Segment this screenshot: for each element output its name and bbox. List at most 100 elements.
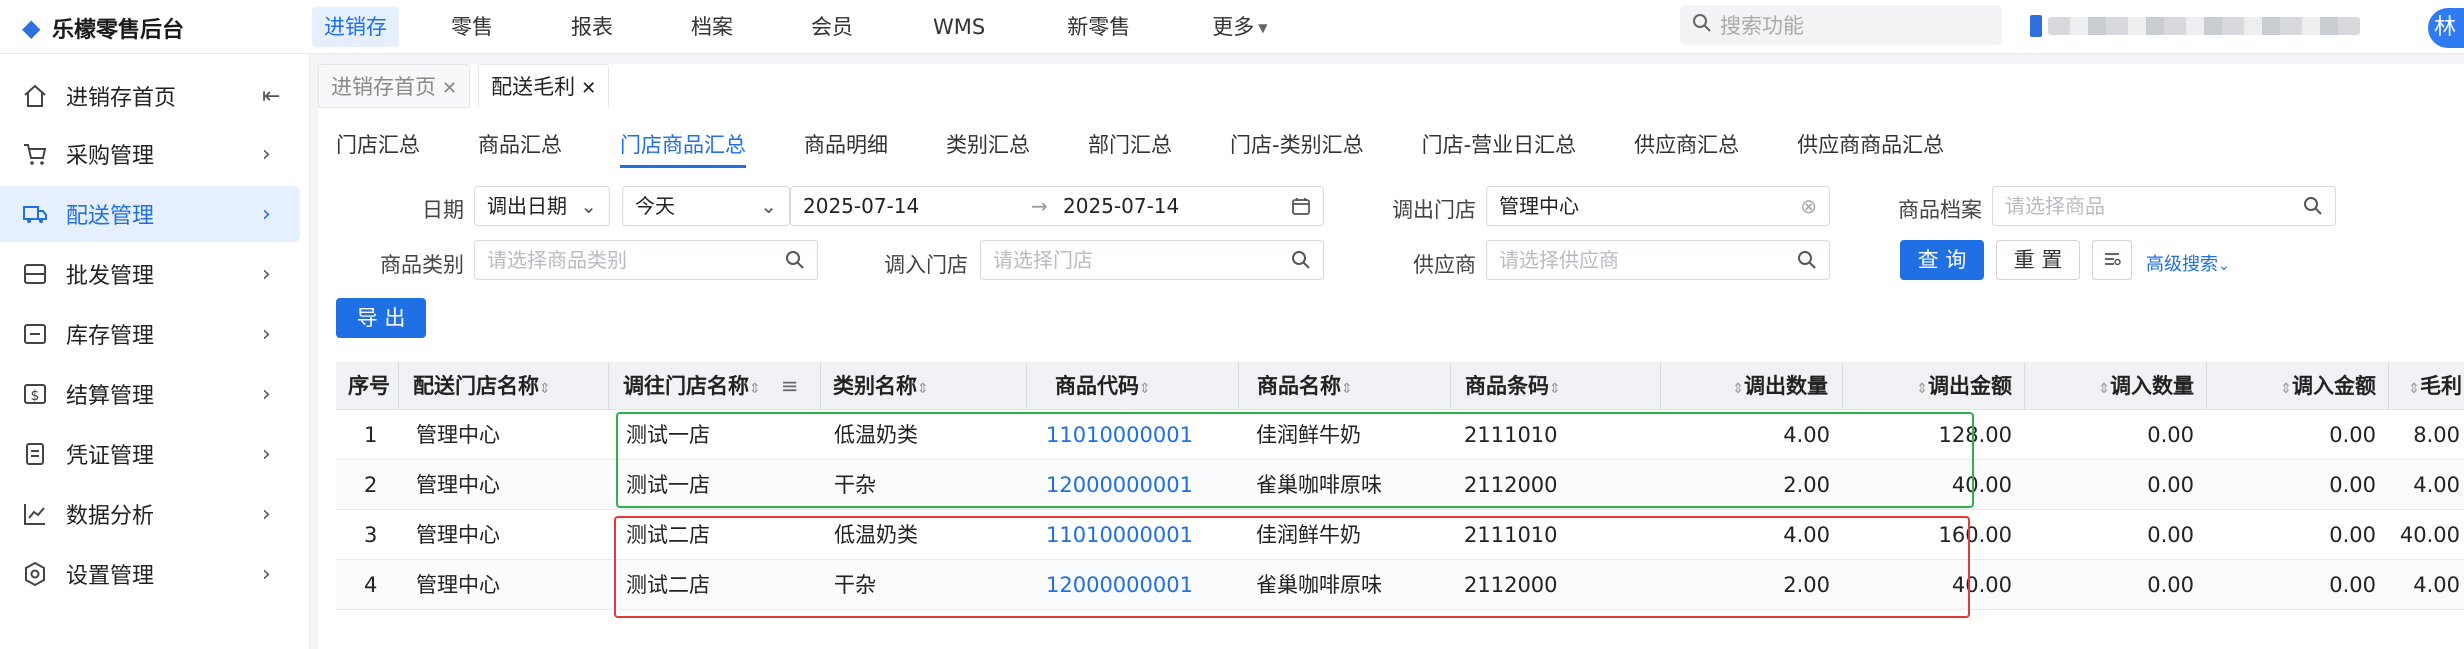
sidebar-item-label: 批发管理 bbox=[66, 264, 155, 289]
user-info[interactable] bbox=[2030, 10, 2360, 42]
col-category[interactable]: 类别名称⇕ bbox=[820, 362, 929, 410]
tab-goods-detail[interactable]: 商品明细 bbox=[804, 128, 888, 168]
advanced-search-label: 高级搜索 bbox=[2146, 254, 2218, 275]
clear-icon[interactable]: ⊗ bbox=[1800, 187, 1817, 225]
collapse-sidebar-icon[interactable]: ⇤ bbox=[262, 84, 280, 109]
sidebar-item-inventory[interactable]: 库存管理 › bbox=[0, 306, 310, 362]
nav-member[interactable]: 会员 bbox=[799, 7, 865, 47]
cell-delivery-store: 管理中心 bbox=[416, 423, 500, 447]
cart-icon bbox=[22, 141, 48, 167]
page-tab-home[interactable]: 进销存首页 ✕ bbox=[318, 64, 471, 108]
inventory-icon bbox=[22, 321, 48, 347]
nav-wms[interactable]: WMS bbox=[921, 7, 997, 47]
advanced-search-link[interactable]: 高级搜索⌄ bbox=[2146, 250, 2230, 276]
tab-category-summary[interactable]: 类别汇总 bbox=[946, 128, 1030, 168]
date-preset-select[interactable]: 今天 ⌄ bbox=[622, 186, 790, 226]
tab-store-business-day-summary[interactable]: 门店-营业日汇总 bbox=[1422, 128, 1577, 168]
sidebar-item-settings[interactable]: 设置管理 › bbox=[0, 546, 310, 602]
date-preset-value: 今天 bbox=[635, 194, 675, 218]
col-goods-name-label: 商品名称 bbox=[1257, 374, 1341, 398]
supplier-input[interactable]: 请选择供应商 bbox=[1486, 240, 1830, 280]
in-store-label: 调入门店 bbox=[884, 253, 968, 277]
col-delivery-store[interactable]: 配送门店名称⇕ bbox=[398, 362, 551, 410]
sidebar-item-wholesale[interactable]: 批发管理 › bbox=[0, 246, 310, 302]
sidebar-item-distribution[interactable]: 配送管理 › bbox=[0, 186, 300, 242]
home-icon bbox=[22, 83, 48, 109]
sort-icon[interactable]: ⇕ bbox=[2098, 381, 2110, 397]
col-target-store-label: 调往门店名称 bbox=[623, 374, 749, 398]
nav-reports[interactable]: 报表 bbox=[559, 7, 625, 47]
caret-down-icon: ▼ bbox=[1258, 21, 1268, 35]
avatar[interactable]: 林 bbox=[2428, 8, 2464, 48]
tab-supplier-summary[interactable]: 供应商汇总 bbox=[1634, 128, 1739, 168]
col-target-store[interactable]: 调往门店名称⇕ ≡ bbox=[608, 362, 798, 410]
out-store-select[interactable]: 管理中心 ⊗ bbox=[1486, 186, 1830, 226]
sort-icon[interactable]: ⇕ bbox=[1916, 381, 1928, 397]
tab-department-summary[interactable]: 部门汇总 bbox=[1088, 128, 1172, 168]
sidebar-item-voucher[interactable]: 凭证管理 › bbox=[0, 426, 310, 482]
nav-jinxiaocun[interactable]: 进销存 bbox=[312, 7, 399, 47]
tab-supplier-goods-summary[interactable]: 供应商商品汇总 bbox=[1797, 128, 1944, 168]
close-icon[interactable]: ✕ bbox=[581, 78, 596, 99]
export-button[interactable]: 导 出 bbox=[336, 298, 426, 338]
col-goods-code-label: 商品代码 bbox=[1055, 374, 1139, 398]
search-icon[interactable] bbox=[785, 241, 805, 282]
sort-icon[interactable]: ⇕ bbox=[917, 381, 929, 397]
nav-new-retail[interactable]: 新零售 bbox=[1055, 7, 1142, 47]
sort-icon[interactable]: ⇕ bbox=[1549, 381, 1561, 397]
function-search-input[interactable]: 搜索功能 bbox=[1680, 5, 2002, 45]
chevron-right-icon: › bbox=[262, 561, 271, 587]
cell-delivery-store: 管理中心 bbox=[416, 473, 500, 497]
truck-icon bbox=[22, 201, 48, 227]
sidebar-item-home[interactable]: 进销存首页 ⇤ bbox=[0, 68, 310, 124]
search-icon[interactable] bbox=[1291, 241, 1311, 282]
close-icon[interactable]: ✕ bbox=[442, 78, 457, 99]
search-icon[interactable] bbox=[1797, 241, 1817, 282]
col-goods-code[interactable]: 商品代码⇕ bbox=[1026, 362, 1151, 410]
cell-in-qty: 0.00 bbox=[2147, 573, 2194, 597]
nav-more[interactable]: 更多 ▼ bbox=[1200, 7, 1279, 47]
goods-input[interactable]: 请选择商品 bbox=[1992, 186, 2336, 226]
sidebar-item-settlement[interactable]: $ 结算管理 › bbox=[0, 366, 310, 422]
sidebar-item-analytics[interactable]: 数据分析 › bbox=[0, 486, 310, 542]
in-store-placeholder: 请选择门店 bbox=[993, 248, 1093, 272]
sort-icon[interactable]: ⇕ bbox=[2280, 381, 2292, 397]
sort-icon[interactable]: ⇕ bbox=[1341, 381, 1353, 397]
category-input[interactable]: 请选择商品类别 bbox=[474, 240, 818, 280]
top-nav: 进销存 零售 报表 档案 会员 WMS 新零售 更多 ▼ bbox=[312, 6, 1331, 48]
col-seq: 序号 bbox=[348, 374, 390, 398]
column-settings-button[interactable] bbox=[2092, 240, 2132, 280]
sort-icon[interactable]: ⇕ bbox=[1139, 381, 1151, 397]
col-out-amount[interactable]: ⇕调出金额 bbox=[1842, 362, 2024, 410]
goods-placeholder: 请选择商品 bbox=[2005, 194, 2105, 218]
reset-button[interactable]: 重 置 bbox=[1996, 240, 2080, 280]
filter-menu-icon[interactable]: ≡ bbox=[781, 374, 799, 398]
nav-archive[interactable]: 档案 bbox=[679, 7, 745, 47]
sort-icon[interactable]: ⇕ bbox=[749, 381, 761, 397]
page-tab-distribution-profit[interactable]: 配送毛利 ✕ bbox=[478, 64, 610, 108]
col-out-qty[interactable]: ⇕调出数量 bbox=[1660, 362, 1842, 410]
app-logo[interactable]: ◆ 乐檬零售后台 bbox=[22, 12, 184, 44]
tab-store-summary[interactable]: 门店汇总 bbox=[336, 128, 420, 168]
sort-icon[interactable]: ⇕ bbox=[2408, 381, 2420, 397]
col-in-qty-label: 调入数量 bbox=[2110, 374, 2194, 398]
tab-goods-summary[interactable]: 商品汇总 bbox=[478, 128, 562, 168]
sort-icon[interactable]: ⇕ bbox=[539, 381, 551, 397]
col-in-qty[interactable]: ⇕调入数量 bbox=[2024, 362, 2206, 410]
col-in-amount[interactable]: ⇕调入金额 bbox=[2206, 362, 2388, 410]
search-icon[interactable] bbox=[2303, 187, 2323, 228]
date-type-select[interactable]: 调出日期 ⌄ bbox=[474, 186, 610, 226]
query-button[interactable]: 查 询 bbox=[1900, 240, 1984, 280]
sidebar-item-purchase[interactable]: 采购管理 › bbox=[0, 126, 310, 182]
chevron-right-icon: › bbox=[262, 261, 271, 287]
sort-icon[interactable]: ⇕ bbox=[1732, 381, 1744, 397]
col-goods-name[interactable]: 商品名称⇕ bbox=[1238, 362, 1353, 410]
tab-store-goods-summary[interactable]: 门店商品汇总 bbox=[620, 128, 746, 168]
date-range-picker[interactable]: 2025-07-14 → 2025-07-14 bbox=[790, 186, 1324, 226]
sidebar-item-label: 配送管理 bbox=[66, 204, 155, 229]
nav-retail[interactable]: 零售 bbox=[439, 7, 505, 47]
col-barcode[interactable]: 商品条码⇕ bbox=[1450, 362, 1561, 410]
tab-store-category-summary[interactable]: 门店-类别汇总 bbox=[1230, 128, 1364, 168]
col-profit[interactable]: ⇕毛利 bbox=[2388, 362, 2464, 410]
in-store-input[interactable]: 请选择门店 bbox=[980, 240, 1324, 280]
